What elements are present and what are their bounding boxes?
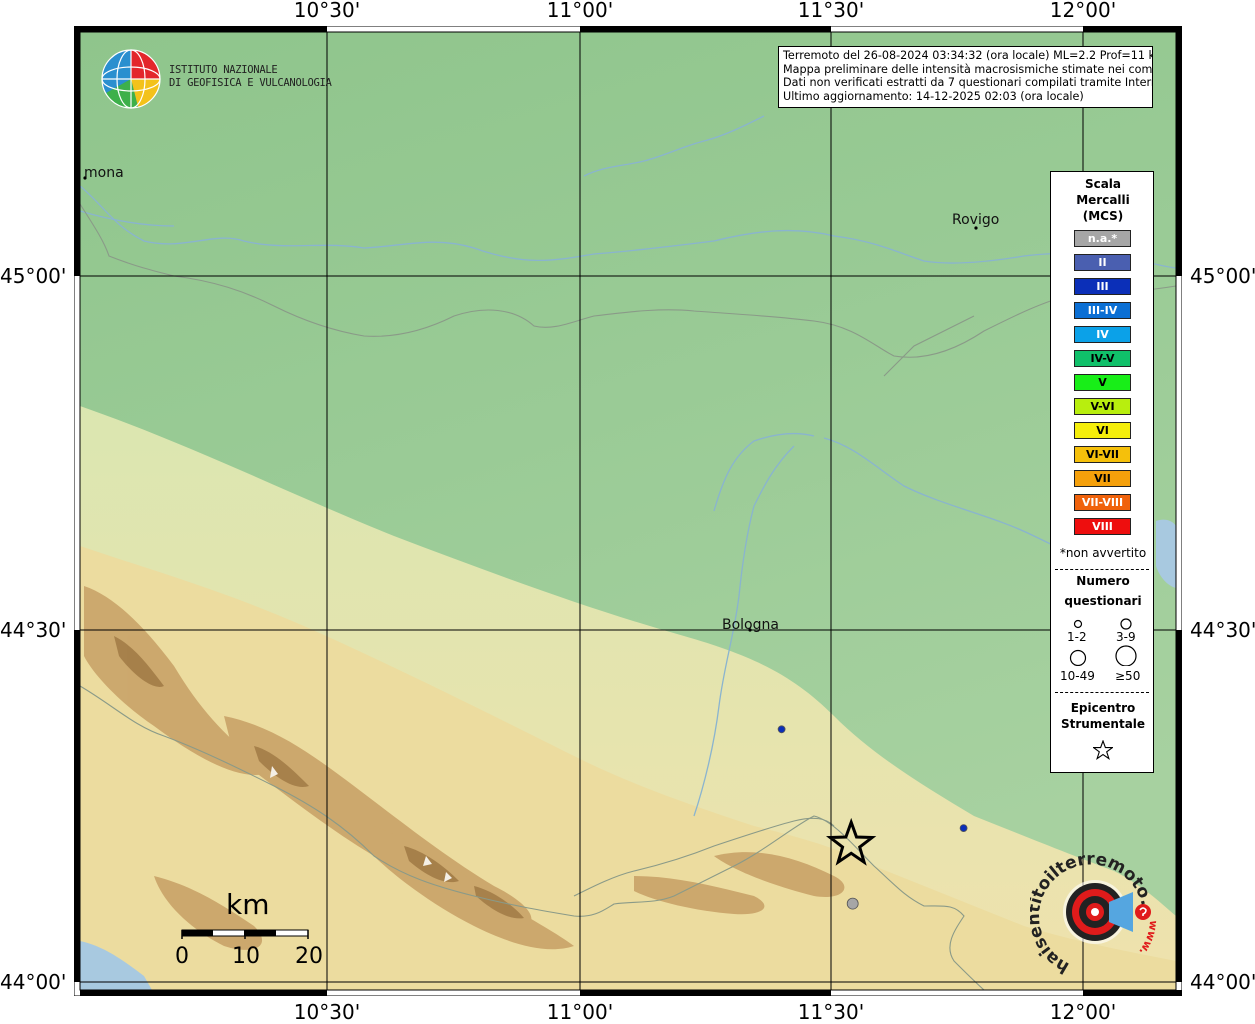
legend-count-label: 3-9 <box>1116 630 1136 644</box>
top-tick-label: 10°30' <box>293 0 361 22</box>
count-circle-small <box>1073 619 1083 629</box>
legend-swatch: VII <box>1074 470 1131 487</box>
ingv-line-1: ISTITUTO NAZIONALE <box>169 64 278 76</box>
legend-divider <box>1055 692 1149 693</box>
legend-swatch: II <box>1074 254 1131 271</box>
top-tick-label: 11°00' <box>546 0 614 22</box>
top-tick-label: 12°00' <box>1049 0 1117 22</box>
legend-title-mcs: (MCS) <box>1082 209 1124 223</box>
legend-count-label: ≥50 <box>1115 669 1141 683</box>
haisentito-url-text: www. <box>1136 920 1160 958</box>
event-info-line: Dati non verificati estratti da 7 questi… <box>783 76 1153 90</box>
city-label-cremona: mona <box>84 165 124 181</box>
legend-swatch: VI-VII <box>1074 446 1131 463</box>
count-circle-xlarge <box>1115 645 1137 666</box>
count-circle-medium <box>1120 618 1132 630</box>
bottom-tick-label: 10°30' <box>293 1000 361 1024</box>
event-info-line: Ultimo aggiornamento: 14-12-2025 02:03 (… <box>783 89 1084 103</box>
legend-swatch: VI <box>1074 422 1131 439</box>
svg-text:haisentitoilterremoto.it: haisentitoilterremoto.it <box>1030 846 1157 976</box>
top-tick-label: 11°30' <box>797 0 865 22</box>
city-label-bologna: Bologna <box>722 617 779 633</box>
legend-swatch: III <box>1074 278 1131 295</box>
left-tick-label: 44°30' <box>0 618 67 642</box>
ingv-line-2: DI GEOFISICA E VULCANOLOGIA <box>169 77 332 89</box>
legend-title-mercalli: Mercalli <box>1076 193 1130 207</box>
legend-count-label: 10-49 <box>1060 669 1095 683</box>
right-tick-label: 44°30' <box>1190 618 1255 642</box>
legend-note: *non avvertito <box>1059 546 1147 560</box>
bottom-tick-label: 11°30' <box>797 1000 865 1024</box>
mcs-legend: Scala Mercalli (MCS) n.a.* II III III-IV IV I… <box>1050 171 1154 773</box>
legend-swatch: IV <box>1074 326 1131 343</box>
legend-epi-title-2: Strumentale <box>1060 717 1146 731</box>
epicenter-star-icon <box>1093 740 1113 760</box>
legend-swatch: VIII <box>1074 518 1131 535</box>
haisentito-logo-text: haisentitoilterremoto.it www. <box>1030 846 1160 976</box>
intensity-point[interactable] <box>846 897 859 910</box>
legend-epi-title-1: Epicentro <box>1070 701 1136 715</box>
legend-swatch: VII-VIII <box>1074 494 1131 511</box>
left-tick-label: 45°00' <box>0 264 67 288</box>
scale-label: 10 <box>232 944 260 969</box>
legend-swatch: IV-V <box>1074 350 1131 367</box>
intensity-point[interactable] <box>777 725 786 734</box>
event-info-box: Terremoto del 26-08-2024 03:34:32 (ora l… <box>778 46 1153 108</box>
bottom-tick-label: 11°00' <box>546 1000 614 1024</box>
legend-count-title-1: Numero <box>1076 574 1130 588</box>
intensity-map[interactable] <box>73 25 1183 997</box>
count-circle-large <box>1069 649 1087 666</box>
legend-swatch: V <box>1074 374 1131 391</box>
legend-swatch: III-IV <box>1074 302 1131 319</box>
scale-label: 20 <box>295 944 323 969</box>
svg-text:www.: www. <box>1136 920 1160 958</box>
bottom-tick-label: 12°00' <box>1049 1000 1117 1024</box>
legend-count-title-2: questionari <box>1064 594 1142 608</box>
map-canvas <box>73 25 1183 997</box>
intensity-point[interactable] <box>959 824 968 832</box>
scale-unit: km <box>226 888 270 921</box>
left-tick-label: 44°00' <box>0 970 67 994</box>
haisentito-text: haisentitoilterremoto.it <box>1030 846 1157 976</box>
city-label-rovigo: Rovigo <box>952 212 1000 228</box>
ingv-logo-text: ISTITUTO NAZIONALE DI GEOFISICA E VULCAN… <box>169 64 332 90</box>
legend-count-label: 1-2 <box>1067 630 1087 644</box>
legend-divider <box>1055 569 1149 570</box>
right-tick-label: 44°00' <box>1190 970 1255 994</box>
legend-swatch: n.a.* <box>1074 230 1131 247</box>
legend-title-scala: Scala <box>1084 177 1122 191</box>
ingv-globe-icon <box>101 49 161 109</box>
event-info-line: Terremoto del 26-08-2024 03:34:32 (ora l… <box>783 49 1153 62</box>
right-tick-label: 45°00' <box>1190 264 1255 288</box>
legend-swatch: V-VI <box>1074 398 1131 415</box>
scale-label: 0 <box>175 944 189 969</box>
event-info-line: Mappa preliminare delle intensità macros… <box>783 62 1153 76</box>
